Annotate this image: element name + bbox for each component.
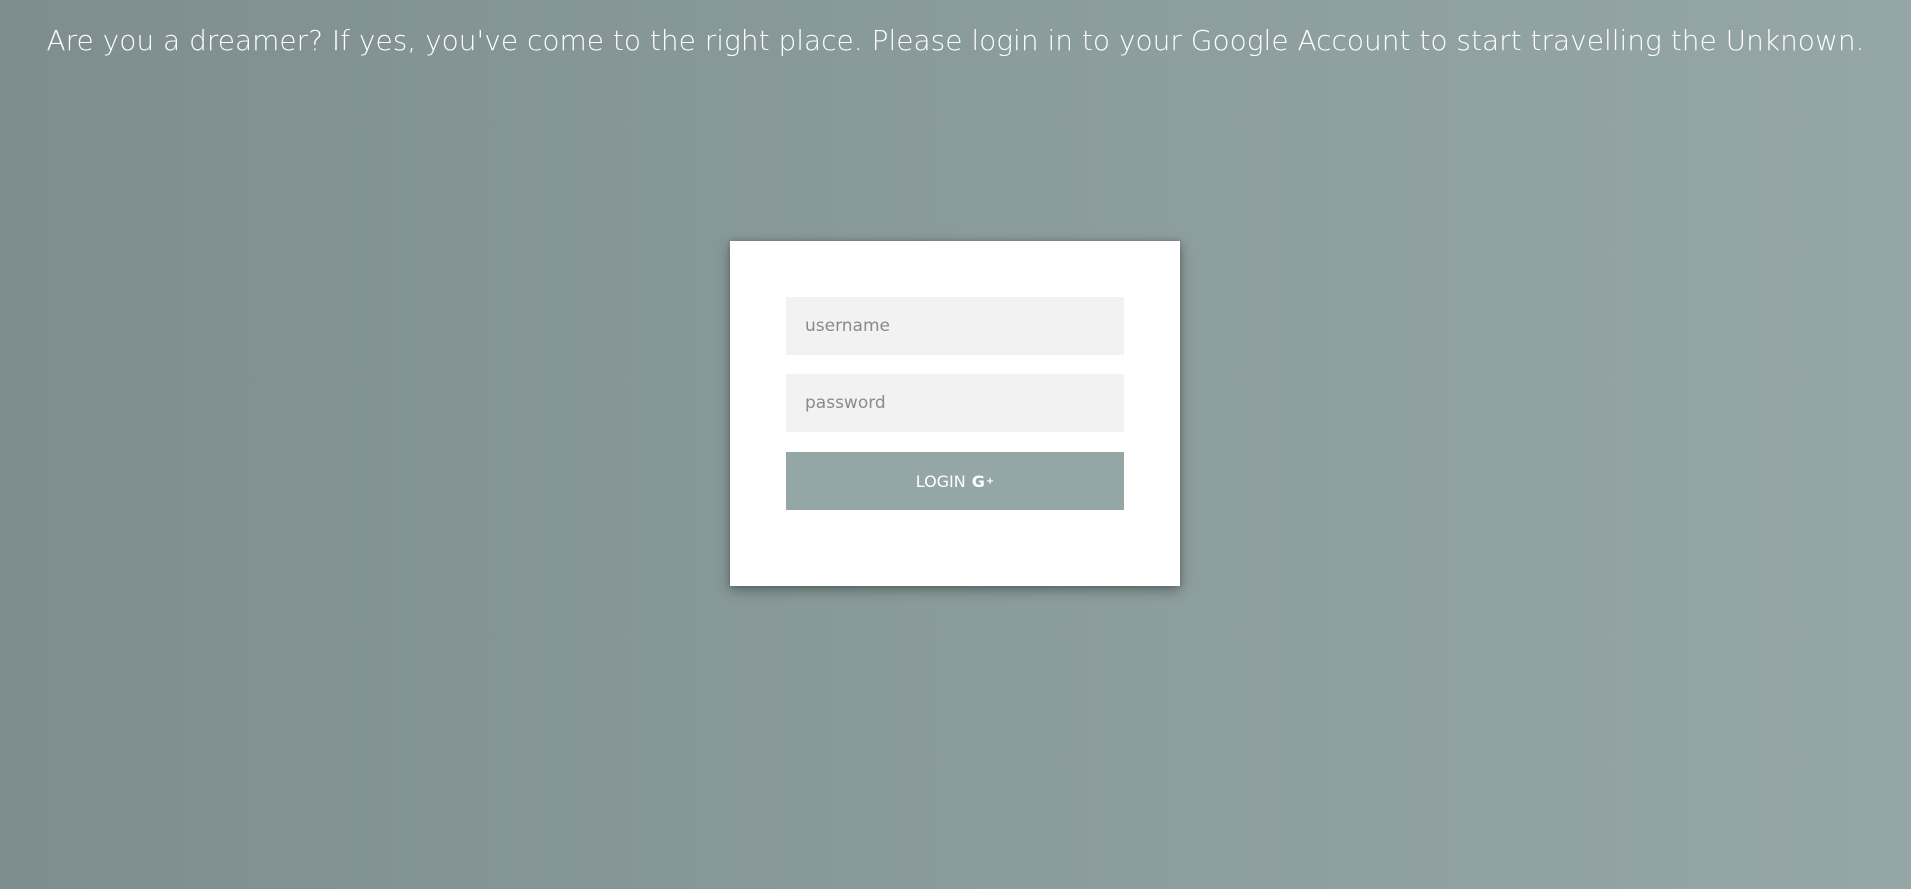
login-button-label: LOGIN bbox=[915, 471, 966, 491]
username-input[interactable] bbox=[786, 297, 1124, 355]
password-input[interactable] bbox=[786, 374, 1124, 432]
page-headline: Are you a dreamer? If yes, you've come t… bbox=[46, 24, 1865, 57]
login-button[interactable]: LOGIN G + bbox=[786, 452, 1124, 510]
login-card: LOGIN G+ bbox=[730, 241, 1180, 586]
google-plus-icon: G + bbox=[971, 471, 995, 491]
